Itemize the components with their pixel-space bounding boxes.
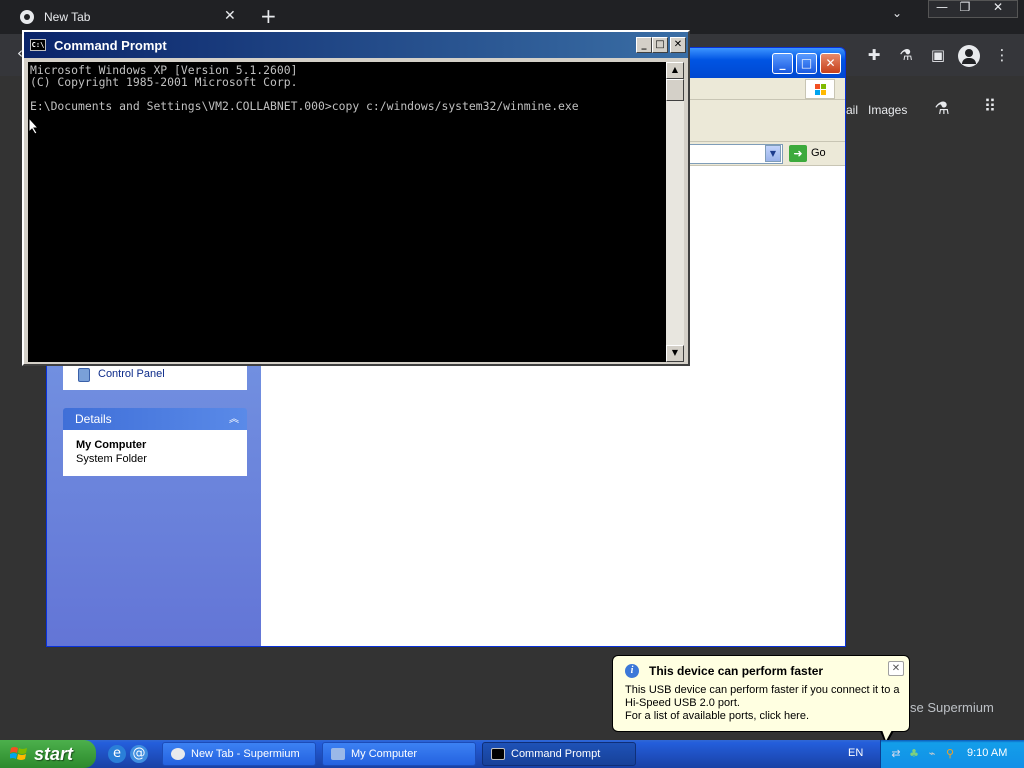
- language-indicator[interactable]: EN: [848, 747, 863, 759]
- taskbar-item-label: New Tab - Supermium: [191, 748, 300, 760]
- customize-button[interactable]: se Supermium: [910, 700, 994, 715]
- browser-menu-icon[interactable]: ⋮: [990, 46, 1014, 64]
- start-label: start: [34, 743, 74, 764]
- labs-icon[interactable]: ⚗: [930, 99, 954, 119]
- browser-restore-button[interactable]: ❐: [951, 0, 979, 18]
- my-computer-minimize-button[interactable]: _: [772, 53, 793, 74]
- info-icon: i: [625, 664, 639, 678]
- scroll-down-icon[interactable]: ▼: [666, 345, 684, 362]
- flask-icon[interactable]: ⚗: [894, 46, 918, 64]
- taskbar-item-label: Command Prompt: [511, 748, 601, 760]
- extensions-icon[interactable]: ✚: [862, 46, 886, 64]
- command-prompt-titlebar[interactable]: C:\ Command Prompt: [24, 32, 688, 58]
- command-prompt-window: C:\ Command Prompt _ □ ✕ Microsoft Windo…: [22, 30, 690, 366]
- scroll-up-icon[interactable]: ▲: [666, 62, 684, 79]
- details-panel: My Computer System Folder: [63, 430, 247, 476]
- balloon-close-button[interactable]: ✕: [888, 661, 904, 676]
- details-panel-header[interactable]: Details ︽: [63, 408, 247, 430]
- balloon-link[interactable]: For a list of available ports, click her…: [625, 710, 905, 723]
- taskbar-item-my-computer[interactable]: My Computer: [322, 742, 476, 766]
- tab-search-icon[interactable]: ⌄: [883, 6, 911, 24]
- cmd-icon: [491, 748, 505, 760]
- profile-avatar-icon[interactable]: [958, 45, 980, 67]
- usb-notification-balloon[interactable]: i This device can perform faster ✕ This …: [612, 655, 910, 732]
- internet-explorer-icon[interactable]: e: [108, 745, 126, 763]
- windows-flag-icon: [805, 79, 835, 99]
- taskbar-item-new-tab[interactable]: New Tab - Supermium: [162, 742, 316, 766]
- go-button[interactable]: Go: [811, 147, 826, 159]
- media-player-icon[interactable]: @: [130, 745, 148, 763]
- details-title: My Computer: [76, 439, 147, 451]
- collapse-chevron-icon[interactable]: ︽: [229, 410, 239, 425]
- balloon-text: This USB device can perform faster if yo…: [625, 684, 900, 696]
- control-panel-icon: [78, 368, 90, 382]
- windows-logo-icon: [10, 747, 27, 760]
- cmd-maximize-button[interactable]: □: [652, 37, 668, 53]
- tab-new-tab[interactable]: New Tab: [8, 0, 246, 34]
- chrome-favicon-icon: [20, 10, 34, 24]
- my-computer-icon: [331, 748, 345, 760]
- browser-close-button[interactable]: ✕: [984, 0, 1012, 18]
- side-panel-icon[interactable]: ▣: [926, 46, 950, 64]
- mouse-cursor-icon: [28, 117, 40, 135]
- tab-close-icon[interactable]: ✕: [224, 8, 236, 24]
- clock[interactable]: 9:10 AM: [967, 747, 1007, 759]
- supermium-icon: [171, 748, 185, 760]
- control-panel-link[interactable]: Control Panel: [98, 368, 165, 380]
- taskbar-item-label: My Computer: [351, 748, 418, 760]
- images-link[interactable]: Images: [868, 103, 907, 117]
- apps-grid-icon[interactable]: ⠿: [978, 97, 1002, 117]
- balloon-body[interactable]: This USB device can perform faster if yo…: [625, 684, 905, 723]
- scroll-thumb[interactable]: [666, 79, 684, 101]
- cmd-console-output[interactable]: Microsoft Windows XP [Version 5.1.2600](…: [28, 62, 666, 362]
- balloon-title: This device can perform faster: [649, 664, 824, 678]
- my-computer-close-button[interactable]: ✕: [820, 53, 841, 74]
- tab-title: New Tab: [44, 10, 91, 24]
- safely-remove-icon[interactable]: ⌁: [924, 746, 940, 762]
- details-header-label: Details: [75, 412, 112, 426]
- usb-device-icon[interactable]: ⇄: [888, 746, 904, 762]
- gmail-link[interactable]: ail: [846, 103, 858, 117]
- taskbar-item-command-prompt[interactable]: Command Prompt: [482, 742, 636, 766]
- console-line: E:\Documents and Settings\VM2.COLLABNET.…: [30, 99, 579, 113]
- cmd-window-title: Command Prompt: [54, 37, 167, 53]
- console-line: (C) Copyright 1985-2001 Microsoft Corp.: [30, 75, 298, 89]
- balloon-text: Hi-Speed USB 2.0 port.: [625, 697, 740, 709]
- cmd-vertical-scrollbar[interactable]: ▲ ▼: [666, 62, 684, 362]
- security-icon[interactable]: ⚲: [942, 746, 958, 762]
- address-dropdown-icon[interactable]: ▼: [765, 145, 781, 162]
- cmd-window-icon: C:\: [30, 39, 46, 51]
- details-subtitle: System Folder: [76, 453, 147, 465]
- cmd-close-button[interactable]: ✕: [670, 37, 686, 53]
- go-arrow-icon[interactable]: ➜: [789, 145, 807, 162]
- other-places-panel: Control Panel: [63, 362, 247, 390]
- new-tab-button[interactable]: +: [260, 4, 277, 28]
- network-icon[interactable]: ♣: [906, 746, 922, 762]
- cmd-minimize-button[interactable]: _: [636, 37, 652, 53]
- my-computer-maximize-button[interactable]: □: [796, 53, 817, 74]
